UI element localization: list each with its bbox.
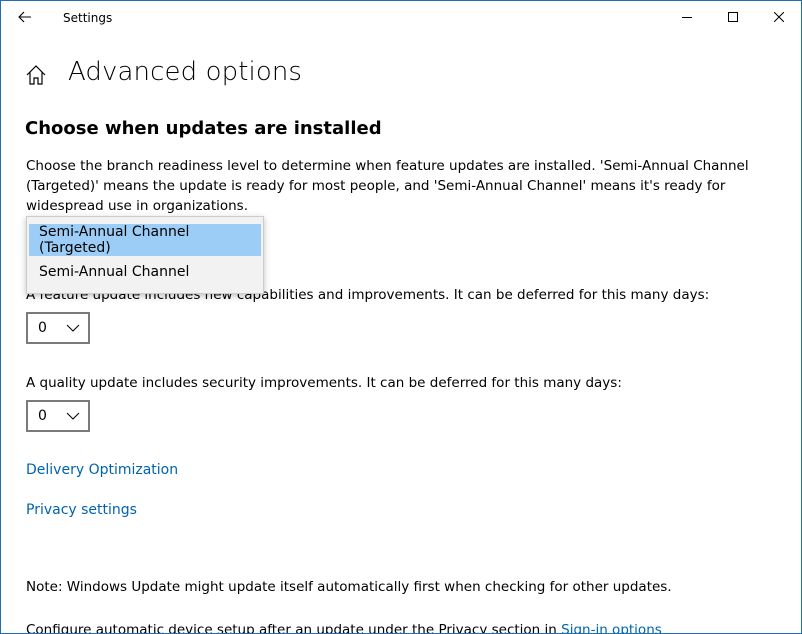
maximize-button[interactable]	[710, 1, 756, 33]
home-button[interactable]	[25, 64, 47, 86]
quality-deferral-select[interactable]: 0	[26, 400, 90, 432]
app-title: Settings	[63, 11, 113, 25]
sign-in-options-link[interactable]: Sign-in options	[561, 622, 662, 633]
dropdown-option-semi-annual[interactable]: Semi-Annual Channel	[29, 256, 261, 288]
privacy-settings-link[interactable]: Privacy settings	[26, 502, 137, 518]
minimize-button[interactable]	[664, 1, 710, 33]
quality-deferral-value: 0	[38, 408, 47, 424]
settings-window: Settings Advanced options Choose when up…	[0, 0, 802, 634]
back-button[interactable]	[1, 1, 49, 33]
dropdown-option-targeted[interactable]: Semi-Annual Channel (Targeted)	[29, 224, 261, 256]
minimize-icon	[682, 17, 692, 18]
title-bar: Settings	[1, 1, 801, 33]
close-button[interactable]	[756, 1, 801, 33]
page-title: Advanced options	[68, 57, 303, 87]
close-icon	[774, 12, 784, 22]
section-title: Choose when updates are installed	[25, 118, 382, 139]
maximize-icon	[728, 12, 738, 22]
configure-text: Configure automatic device setup after a…	[26, 620, 662, 634]
chevron-down-icon	[66, 412, 80, 420]
configure-text-body: Configure automatic device setup after a…	[26, 622, 562, 634]
feature-deferral-value: 0	[38, 320, 47, 336]
quality-update-label: A quality update includes security impro…	[26, 375, 622, 391]
branch-readiness-dropdown: Semi-Annual Channel (Targeted) Semi-Annu…	[26, 216, 264, 294]
feature-deferral-select[interactable]: 0	[26, 312, 90, 344]
section-description: Choose the branch readiness level to det…	[26, 158, 749, 214]
update-note: Note: Windows Update might update itself…	[26, 579, 672, 595]
chevron-down-icon	[66, 324, 80, 332]
home-icon	[26, 65, 46, 85]
back-arrow-icon	[18, 11, 31, 23]
delivery-optimization-link[interactable]: Delivery Optimization	[26, 462, 178, 478]
